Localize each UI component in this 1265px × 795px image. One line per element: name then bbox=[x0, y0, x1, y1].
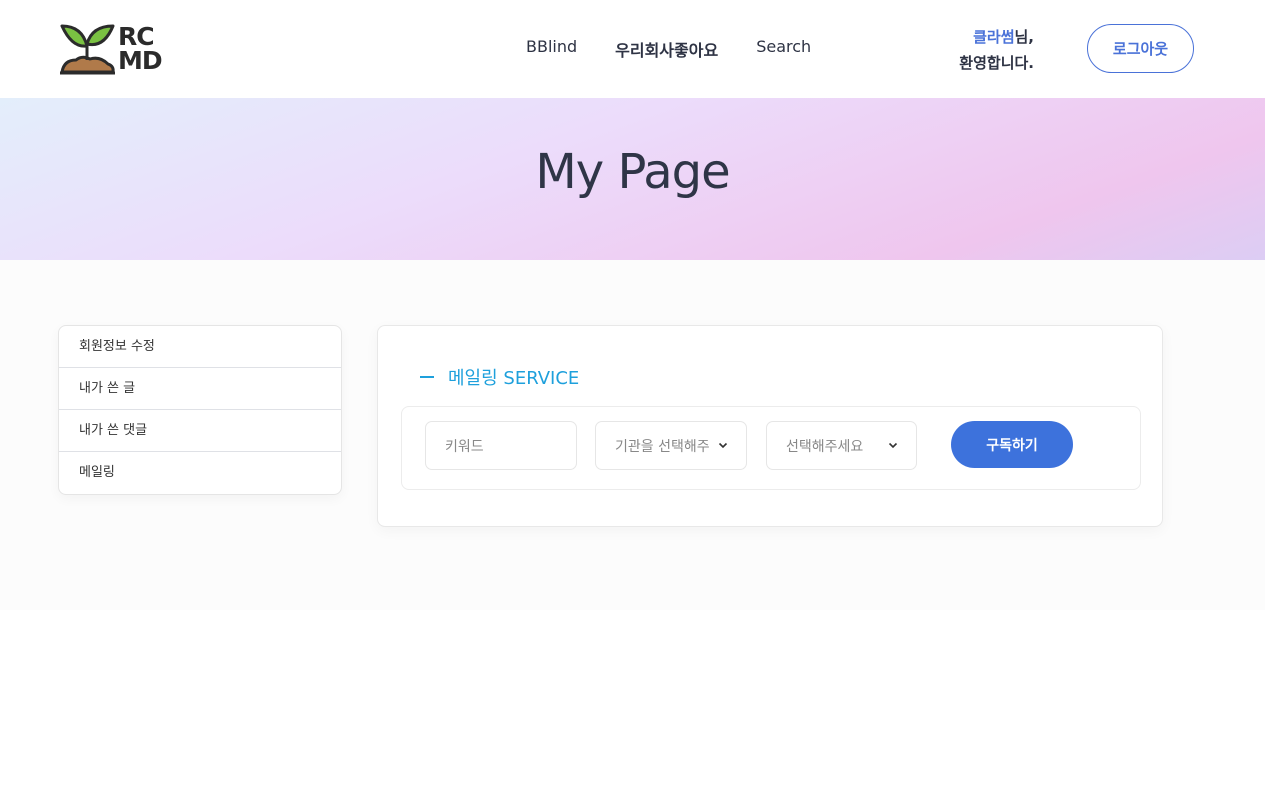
logo-text-bottom: MD bbox=[118, 46, 163, 75]
mypage-sidebar: 회원정보 수정 내가 쓴 글 내가 쓴 댓글 메일링 bbox=[58, 325, 342, 495]
subscribe-button[interactable]: 구독하기 bbox=[951, 421, 1073, 468]
rcmd-logo[interactable]: RC MD bbox=[58, 22, 164, 76]
title-dash bbox=[420, 376, 434, 378]
chevron-down-icon bbox=[888, 442, 898, 449]
keyword-placeholder: 키워드 bbox=[445, 438, 484, 455]
category-select[interactable]: 선택해주세요 bbox=[766, 421, 917, 470]
mailing-title-text: 메일링 SERVICE bbox=[448, 368, 580, 389]
sprout-logo-icon bbox=[60, 24, 115, 75]
mailing-form: 키워드 기관을 선택해주 선택해주세요 구독하기 bbox=[401, 406, 1141, 490]
sidebar-item-my-posts[interactable]: 내가 쓴 글 bbox=[59, 368, 341, 410]
keyword-input[interactable]: 키워드 bbox=[425, 421, 577, 470]
welcome-username: 클라썸 bbox=[973, 28, 1015, 46]
site-header: RC MD BBlind 우리회사좋아요 Search 클라썸님, 환영합니다.… bbox=[0, 0, 1265, 98]
welcome-suffix: 님, bbox=[1014, 28, 1035, 46]
logo-wordmark: RC MD bbox=[118, 24, 163, 75]
welcome-line2: 환영합니다. bbox=[959, 54, 1034, 72]
category-select-value: 선택해주세요 bbox=[786, 438, 864, 455]
nav-bblind[interactable]: BBlind bbox=[526, 37, 577, 61]
chevron-down-icon bbox=[718, 442, 728, 449]
sidebar-item-mailing[interactable]: 메일링 bbox=[59, 452, 341, 494]
welcome-message: 클라썸님, 환영합니다. bbox=[940, 24, 1034, 76]
sidebar-item-my-comments[interactable]: 내가 쓴 댓글 bbox=[59, 410, 341, 452]
page-title: My Page bbox=[535, 144, 730, 200]
nav-company-review[interactable]: 우리회사좋아요 bbox=[615, 37, 718, 61]
hero-banner: My Page bbox=[0, 98, 1265, 260]
institution-select[interactable]: 기관을 선택해주 bbox=[595, 421, 747, 470]
main-nav: BBlind 우리회사좋아요 Search bbox=[526, 37, 849, 61]
logout-button[interactable]: 로그아웃 bbox=[1087, 24, 1194, 73]
sidebar-item-edit-profile[interactable]: 회원정보 수정 bbox=[59, 326, 341, 368]
mailing-section-title: 메일링 SERVICE bbox=[420, 364, 579, 390]
institution-select-value: 기관을 선택해주 bbox=[615, 438, 710, 455]
mailing-panel: 메일링 SERVICE 키워드 기관을 선택해주 선택해주세요 구독하기 bbox=[377, 325, 1163, 527]
nav-search[interactable]: Search bbox=[756, 37, 811, 61]
